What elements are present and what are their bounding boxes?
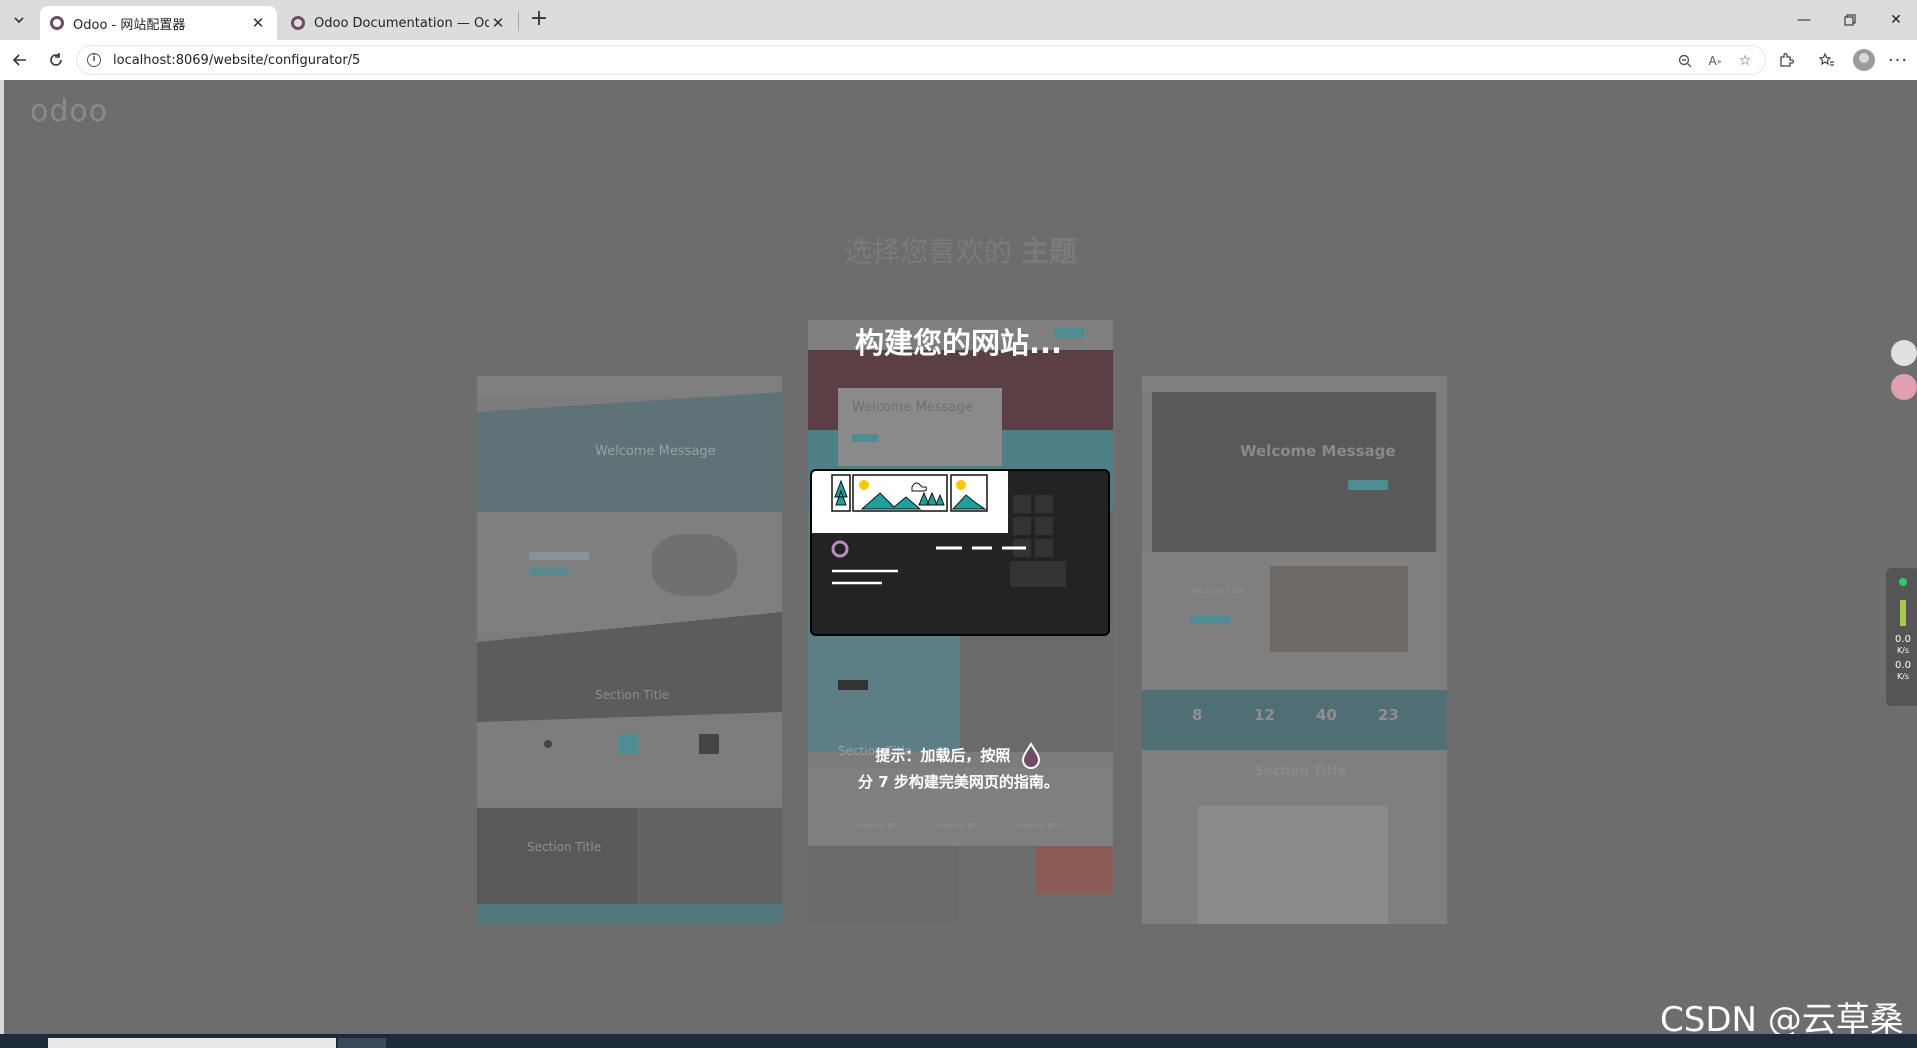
hint-line-2: 分 7 步构建完美网页的指南。: [858, 773, 1059, 791]
theme-card-left[interactable]: Welcome Message Section Title Section Ti…: [477, 376, 782, 924]
favorites-list-icon: [1819, 52, 1834, 66]
website-build-illustration: [810, 469, 1110, 636]
profile-button[interactable]: [1850, 46, 1878, 74]
read-aloud-icon[interactable]: A»: [1705, 51, 1725, 71]
status-dot-icon: [1899, 578, 1907, 586]
tab-odoo-configurator[interactable]: Odoo - 网站配置器 ✕: [40, 6, 277, 40]
reload-icon: [50, 53, 62, 66]
sidebar-extension-button[interactable]: [1891, 374, 1917, 400]
close-window-button[interactable]: ✕: [1873, 0, 1917, 40]
url-field[interactable]: i localhost:8069/website/configurator/5 …: [76, 45, 1766, 75]
section-title: Section Title: [527, 840, 602, 854]
restore-button[interactable]: [1827, 0, 1873, 40]
network-speed-widget: 0.0 K/s 0.0 K/s: [1886, 568, 1917, 706]
more-icon: ···: [1887, 49, 1909, 71]
droplet-icon: [1021, 742, 1040, 769]
close-icon[interactable]: ✕: [249, 14, 267, 32]
tab-separator: [518, 11, 519, 31]
theme-stats-band: 8 12 40 23: [1142, 690, 1447, 750]
zoom-out-icon[interactable]: [1675, 51, 1695, 71]
tab-odoo-documentation[interactable]: Odoo Documentation — Odoo 16 ✕: [281, 6, 517, 40]
download-unit: K/s: [1896, 672, 1910, 681]
favorite-star-icon[interactable]: ☆: [1735, 51, 1755, 71]
heading-text: 选择您喜欢的: [844, 235, 1013, 268]
theme-card-right[interactable]: Welcome Message Section Title 8 12 40 23…: [1142, 376, 1447, 924]
theme-hero-image: Welcome Message: [1152, 392, 1436, 552]
avatar: [1853, 49, 1875, 71]
feature-label: Feature #02: [938, 822, 982, 830]
arrow-left-icon: [12, 54, 26, 66]
welcome-message: Welcome Message: [595, 444, 716, 459]
favorites-button[interactable]: [1813, 46, 1841, 74]
odoo-favicon-icon: [50, 16, 64, 30]
hint-line-1: 提示：加载后，按照: [875, 746, 1011, 765]
taskbar-item[interactable]: [338, 1038, 386, 1048]
download-speed: 0.0: [1895, 660, 1911, 671]
theme-footer-band: [477, 904, 782, 924]
theme-section-image: [477, 612, 782, 722]
minimize-button[interactable]: —: [1781, 0, 1827, 40]
back-button[interactable]: [6, 46, 34, 74]
theme-slider: Section Title: [477, 808, 782, 904]
loading-title: 构建您的网站...: [854, 326, 1063, 360]
address-bar-row: i localhost:8069/website/configurator/5 …: [0, 40, 1917, 80]
taskbar-item[interactable]: [48, 1038, 336, 1048]
tab-actions-menu[interactable]: [4, 6, 34, 34]
theme-text-block: Section Title: [1142, 552, 1447, 690]
welcome-message: Welcome Message: [852, 400, 973, 415]
stat-number: 40: [1316, 706, 1337, 724]
upload-unit: K/s: [1896, 646, 1910, 655]
tab-title: Odoo Documentation — Odoo 16: [314, 15, 489, 31]
feature-label: Feature #03: [1018, 822, 1062, 830]
chevron-down-icon: [14, 17, 24, 24]
welcome-box: Welcome Message: [838, 388, 1002, 466]
tab-bar: Odoo - 网站配置器 ✕ Odoo Documentation — Odoo…: [0, 0, 1917, 40]
puzzle-icon: [1780, 52, 1794, 67]
welcome-message: Welcome Message: [1240, 442, 1396, 460]
theme-heading: 选择您喜欢的 主题: [4, 230, 1917, 270]
stat-number: 23: [1378, 706, 1399, 724]
section-title: Section Title: [595, 688, 670, 702]
settings-more-button[interactable]: ···: [1884, 46, 1912, 74]
reload-button[interactable]: [42, 46, 70, 74]
restore-icon: [1844, 14, 1856, 26]
odoo-logo: odoo: [30, 94, 109, 129]
memory-bar: [1900, 600, 1906, 626]
site-info-icon[interactable]: i: [87, 53, 101, 67]
loading-hint: 提示：加载后，按照 分 7 步构建完美网页的指南。: [0, 742, 1917, 794]
tab-title: Odoo - 网站配置器: [73, 17, 186, 33]
heading-bold-text: 主题: [1020, 235, 1077, 268]
url-text: localhost:8069/website/configurator/5: [113, 52, 361, 68]
theme-header: [1142, 376, 1447, 392]
section-title: Section Title: [1190, 586, 1246, 596]
extensions-button[interactable]: [1772, 46, 1800, 74]
feature-label: Feature #01: [858, 822, 902, 830]
theme-bottom: [808, 846, 1113, 924]
stat-number: 12: [1254, 706, 1275, 724]
upload-speed: 0.0: [1895, 634, 1911, 645]
new-tab-button[interactable]: +: [526, 8, 552, 32]
stat-number: 8: [1192, 706, 1203, 724]
os-taskbar: [0, 1034, 1917, 1048]
odoo-favicon-icon: [291, 16, 305, 30]
close-icon[interactable]: ✕: [489, 14, 507, 32]
